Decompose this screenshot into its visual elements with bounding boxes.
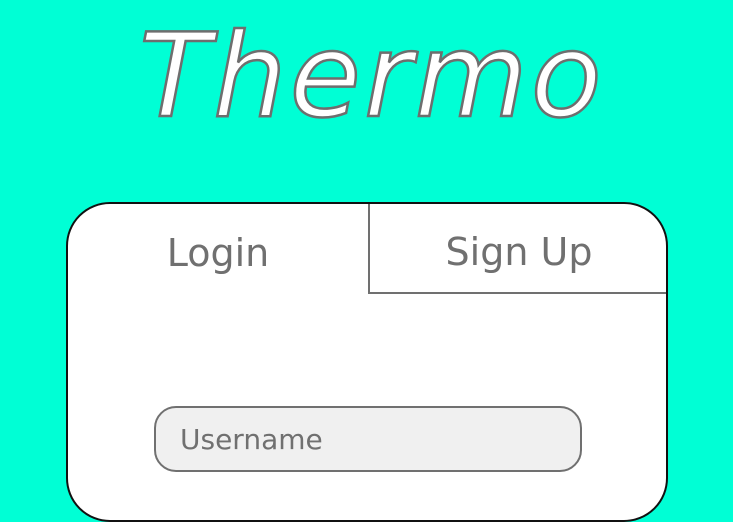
tab-login[interactable]: Login: [68, 204, 368, 294]
username-input[interactable]: [154, 406, 582, 472]
tab-login-label: Login: [166, 231, 270, 275]
tab-sign-up-label: Sign Up: [445, 230, 593, 274]
tab-sign-up[interactable]: Sign Up: [368, 204, 666, 294]
auth-card: Login Sign Up: [66, 202, 668, 522]
app-logo: Thermo: [0, 0, 733, 150]
app-title: Thermo: [139, 9, 604, 144]
